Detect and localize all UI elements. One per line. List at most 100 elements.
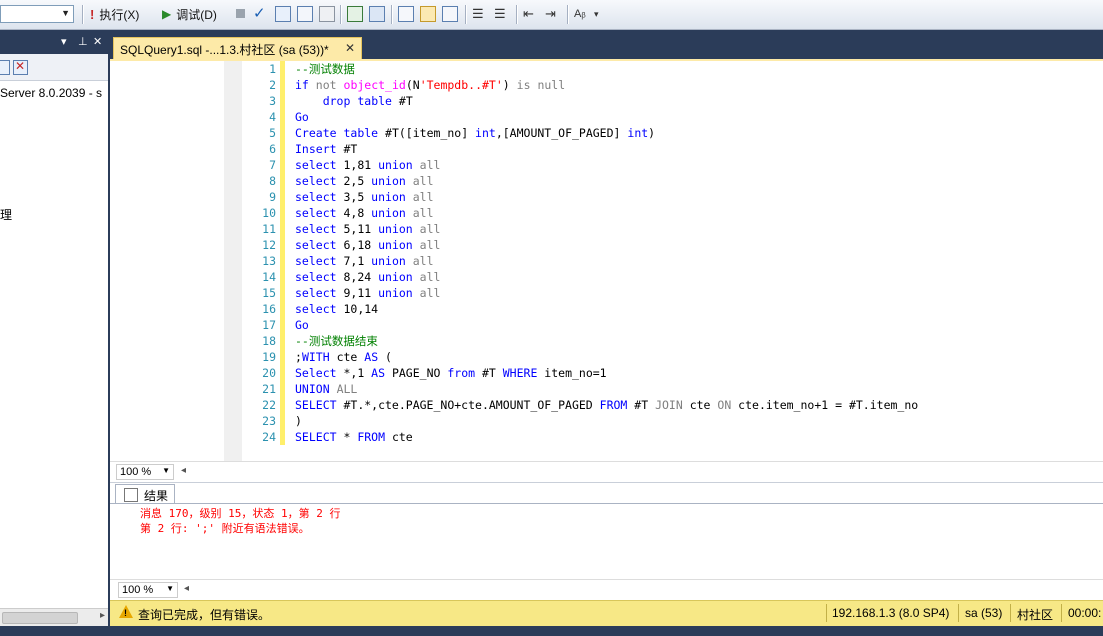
scrollbar-thumb[interactable] <box>2 612 78 624</box>
save-results-icon[interactable] <box>319 6 335 22</box>
line-number: 16 <box>262 302 276 316</box>
execute-label: 执行(X) <box>99 7 140 22</box>
line-number: 12 <box>262 238 276 252</box>
results-zoom-bar: 100 % ▼ ◂ <box>110 579 1103 600</box>
line-number: 17 <box>262 318 276 332</box>
results-tab-line <box>110 503 1103 504</box>
line-number: 22 <box>262 398 276 412</box>
chevron-down-icon: ▼ <box>166 584 174 593</box>
status-bar: ! 查询已完成，但有错误。 192.168.1.3 (8.0 SP4) sa (… <box>110 600 1103 626</box>
code-line[interactable]: Insert #T <box>295 141 1095 157</box>
code-line[interactable]: select 9,11 union all <box>295 285 1095 301</box>
code-line[interactable]: select 6,18 union all <box>295 237 1095 253</box>
execute-button[interactable]: ! 执行(X) <box>90 4 139 24</box>
code-line[interactable]: select 10,14 <box>295 301 1095 317</box>
error-messages: 消息 170，级别 15，状态 1，第 2 行 第 2 行: ';' 附近有语法… <box>140 506 340 536</box>
decrease-indent-icon[interactable]: ⇤ <box>523 6 539 22</box>
chevron-down-icon[interactable]: ▼ <box>61 8 70 18</box>
code-line[interactable]: Go <box>295 317 1095 333</box>
line-number: 7 <box>269 158 276 172</box>
code-line[interactable]: select 2,5 union all <box>295 173 1095 189</box>
code-line[interactable]: SELECT #T.*,cte.PAGE_NO+cte.AMOUNT_OF_PA… <box>295 397 1095 413</box>
code-line[interactable]: select 4,8 union all <box>295 205 1095 221</box>
pin-icon[interactable]: ⊥ <box>78 35 88 48</box>
code-line[interactable]: ;WITH cte AS ( <box>295 349 1095 365</box>
error-message-line: 第 2 行: ';' 附近有语法错误。 <box>140 522 310 535</box>
uncomment-lines-icon[interactable]: ☰ <box>494 6 510 22</box>
scroll-left-icon[interactable]: ◂ <box>184 583 189 594</box>
results-text-icon[interactable] <box>398 6 414 22</box>
debug-icon: ▶ <box>162 7 172 21</box>
toolbar-separator <box>391 5 393 24</box>
status-user: sa (53) <box>965 606 1003 620</box>
code-line[interactable]: ) <box>295 413 1095 429</box>
comment-lines-icon[interactable]: ☰ <box>472 6 488 22</box>
line-number: 5 <box>269 126 276 140</box>
debug-label: 调试(D) <box>176 7 217 22</box>
code-area[interactable]: --测试数据 if not object_id(N'Tempdb..#T') is… <box>295 61 1095 445</box>
include-plan-icon[interactable] <box>347 6 363 22</box>
scroll-right-icon[interactable]: ▸ <box>100 610 105 621</box>
line-number: 4 <box>269 110 276 124</box>
code-line[interactable]: select 7,1 union all <box>295 253 1095 269</box>
toolbar-separator <box>82 5 84 24</box>
results-zoom-value: 100 % <box>122 584 154 596</box>
parse-icon[interactable]: ✓ <box>253 6 269 22</box>
results-file-icon[interactable] <box>442 6 458 22</box>
results-to-icon[interactable] <box>297 6 313 22</box>
toolbar-overflow-icon[interactable]: ▾ <box>594 6 610 22</box>
display-plan-icon[interactable] <box>369 6 385 22</box>
tree-node-server[interactable]: Server 8.0.2039 - s <box>0 86 102 100</box>
editor-zoom-value: 100 % <box>120 466 152 478</box>
code-line[interactable]: Create table #T([item_no] int,[AMOUNT_OF… <box>295 125 1095 141</box>
code-line[interactable]: select 8,24 union all <box>295 269 1095 285</box>
stop-icon[interactable] <box>233 6 249 22</box>
line-number: 19 <box>262 350 276 364</box>
editor-zoom-select[interactable]: 100 % ▼ <box>116 464 174 480</box>
close-icon[interactable]: ✕ <box>93 35 102 48</box>
code-line[interactable]: select 3,5 union all <box>295 189 1095 205</box>
code-line[interactable]: select 1,81 union all <box>295 157 1095 173</box>
connect-icon[interactable] <box>0 60 10 75</box>
specify-values-icon[interactable]: Aᵦ <box>574 6 590 22</box>
status-database: 村社区 <box>1017 608 1054 622</box>
code-line[interactable]: Select *,1 AS PAGE_NO from #T WHERE item… <box>295 365 1095 381</box>
close-icon[interactable]: ✕ <box>345 41 355 55</box>
object-explorer-tree: Server 8.0.2039 - s 理 <box>0 81 108 608</box>
code-line[interactable]: UNION ALL <box>295 381 1095 397</box>
line-number: 20 <box>262 366 276 380</box>
line-number: 24 <box>262 430 276 444</box>
status-message: 查询已完成，但有错误。 <box>138 608 271 622</box>
scroll-left-icon[interactable]: ◂ <box>181 465 186 476</box>
query-document-tab[interactable]: SQLQuery1.sql -...1.3.村社区 (sa (53))* ✕ <box>113 37 362 59</box>
database-selector[interactable]: ▼ <box>0 5 74 23</box>
debug-button[interactable]: ▶ 调试(D) <box>162 4 217 24</box>
object-explorer-header: ▾ ⊥ ✕ <box>0 31 108 53</box>
code-line[interactable]: --测试数据 <box>295 61 1095 77</box>
object-explorer-scrollbar[interactable]: ▸ <box>0 608 108 626</box>
editor-zoom-bar: 100 % ▼ ◂ <box>110 461 1103 482</box>
results-grid-icon[interactable] <box>420 6 436 22</box>
code-line[interactable]: if not object_id(N'Tempdb..#T') is null <box>295 77 1095 93</box>
toolbar-separator <box>340 5 342 24</box>
code-line[interactable]: --测试数据结束 <box>295 333 1095 349</box>
change-tracking-bar <box>280 61 285 445</box>
results-zoom-select[interactable]: 100 % ▼ <box>118 582 178 598</box>
increase-indent-icon[interactable]: ⇥ <box>545 6 561 22</box>
code-line[interactable]: drop table #T <box>295 93 1095 109</box>
tab-results[interactable]: 结果 <box>115 484 175 504</box>
query-options-icon[interactable] <box>275 6 291 22</box>
code-line[interactable]: SELECT * FROM cte <box>295 429 1095 445</box>
code-line[interactable]: select 5,11 union all <box>295 221 1095 237</box>
status-time: 00:00: <box>1068 606 1102 620</box>
query-editor[interactable]: 1 2 3 4 5 6 7 8 9 10 11 12 13 14 15 16 17 18 19 20 21 22 23 24 … <box>110 61 1103 461</box>
line-number: 3 <box>269 94 276 108</box>
status-server: 192.168.1.3 (8.0 SP4) <box>832 606 950 620</box>
toolbar-separator <box>567 5 569 24</box>
tree-node-management[interactable]: 理 <box>0 206 12 223</box>
code-line[interactable]: Go <box>295 109 1095 125</box>
dropdown-icon[interactable]: ▾ <box>61 35 67 48</box>
disconnect-icon[interactable]: ✕ <box>13 59 28 75</box>
line-numbers: 1 2 3 4 5 6 7 8 9 10 11 12 13 14 15 16 17 18 19 20 21 22 23 24 <box>242 61 276 461</box>
line-number: 6 <box>269 142 276 156</box>
